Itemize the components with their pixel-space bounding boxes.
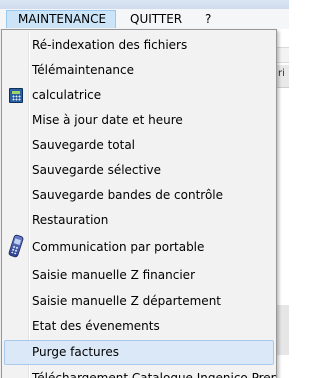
menu-item-label: Etat des évenements [32, 319, 160, 333]
menu-item-label: Téléchargement Catalogue Ingenico Prepai… [32, 371, 277, 378]
menu-item-label: Purge factures [32, 345, 119, 359]
background-field-text: ri [278, 68, 285, 79]
menu-item-label: calculatrice [32, 88, 102, 102]
menu-item-sauvegarde-bandes-controle[interactable]: Sauvegarde bandes de contrôle [4, 183, 274, 208]
menu-help[interactable]: ? [197, 10, 219, 28]
menu-item-label: Saisie manuelle Z département [32, 294, 221, 308]
menu-item-label: Sauvegarde sélective [32, 163, 162, 177]
menu-item-label: Télémaintenance [32, 63, 135, 77]
app-window: MAINTENANCE QUITTER ? ri Ré-indexation d… [0, 0, 289, 378]
menu-item-label: Ré-indexation des fichiers [32, 38, 188, 52]
menu-item-mise-a-jour-date-heure[interactable]: Mise à jour date et heure [4, 108, 274, 133]
menu-quitter[interactable]: QUITTER [122, 10, 190, 28]
menu-item-label: Sauvegarde total [32, 138, 136, 152]
menu-item-label: Restauration [32, 213, 109, 227]
background-window: ri [276, 29, 289, 378]
menu-item-reindexation[interactable]: Ré-indexation des fichiers [4, 33, 274, 58]
menu-item-purge-factures[interactable]: Purge factures [4, 340, 274, 365]
menu-item-etat-evenements[interactable]: Etat des évenements [4, 314, 274, 339]
menu-bar: MAINTENANCE QUITTER ? [0, 9, 289, 30]
background-panel [276, 305, 289, 355]
menu-item-saisie-z-departement[interactable]: Saisie manuelle Z département [4, 289, 274, 314]
menu-item-telechargement-catalogue[interactable]: Téléchargement Catalogue Ingenico Prepai… [4, 366, 277, 378]
menu-item-label: Sauvegarde bandes de contrôle [32, 188, 224, 202]
background-field: ri [276, 65, 289, 88]
menu-maintenance[interactable]: MAINTENANCE [6, 10, 116, 28]
calculator-icon [9, 88, 23, 103]
maintenance-dropdown-menu: Ré-indexation des fichiers Télémaintenan… [1, 29, 277, 378]
menu-item-sauvegarde-total[interactable]: Sauvegarde total [4, 133, 274, 158]
menu-item-telemaintenance[interactable]: Télémaintenance [4, 58, 274, 83]
menu-item-sauvegarde-selective[interactable]: Sauvegarde sélective [4, 158, 274, 183]
menu-item-label: Saisie manuelle Z financier [32, 268, 195, 282]
menu-item-communication-portable[interactable]: Communication par portable [4, 233, 274, 263]
menu-item-saisie-z-financier[interactable]: Saisie manuelle Z financier [4, 263, 274, 289]
title-bar [0, 0, 289, 9]
background-toolbar [276, 47, 289, 63]
menu-item-label: Communication par portable [32, 240, 205, 254]
menu-item-calculatrice[interactable]: calculatrice [4, 83, 274, 108]
mobile-phone-icon [7, 233, 25, 259]
menu-item-restauration[interactable]: Restauration [4, 208, 274, 233]
menu-item-label: Mise à jour date et heure [32, 113, 183, 127]
